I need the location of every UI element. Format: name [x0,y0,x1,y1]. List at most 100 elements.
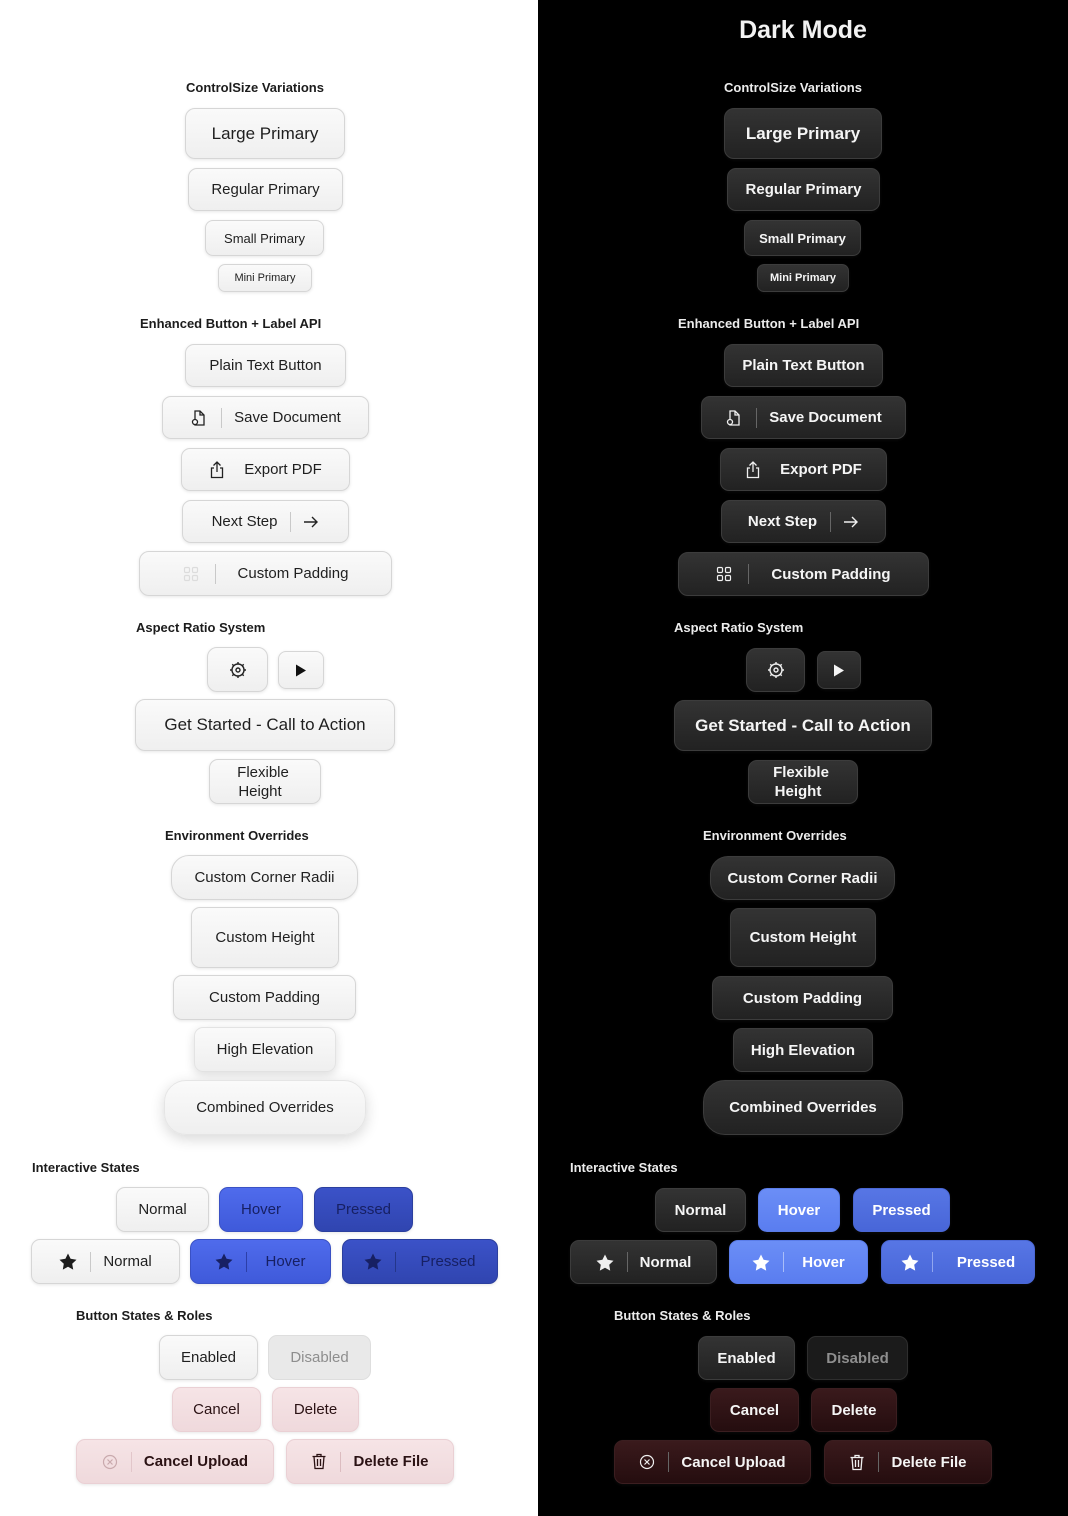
play-icon [295,664,307,677]
hover-state-icon-button[interactable]: Hover [190,1239,331,1284]
xmark-circle-icon [102,1454,118,1470]
save-document-button[interactable]: Save Document [701,396,906,439]
pressed-state-icon-button[interactable]: Pressed [881,1240,1035,1284]
normal-state-icon-button[interactable]: Normal [31,1239,180,1284]
save-document-button[interactable]: Save Document [162,396,369,439]
hover-state-icon-button[interactable]: Hover [729,1240,868,1284]
get-started-button[interactable]: Get Started - Call to Action [674,700,932,751]
button-label: Pressed [420,1253,476,1270]
button-label: Regular Primary [211,181,320,198]
regular-primary-button[interactable]: Regular Primary [188,168,343,211]
high-elevation-button[interactable]: High Elevation [194,1027,336,1072]
custom-padding-button[interactable]: Custom Padding [678,552,929,596]
large-primary-button[interactable]: Large Primary [724,108,882,159]
custom-padding-override-button[interactable]: Custom Padding [712,976,893,1020]
small-primary-button[interactable]: Small Primary [205,220,324,256]
enabled-button[interactable]: Enabled [159,1335,258,1380]
gear-button[interactable] [207,647,268,692]
separator [395,1251,397,1272]
next-step-button[interactable]: Next Step [721,500,886,543]
mini-primary-button[interactable]: Mini Primary [218,264,312,292]
get-started-button[interactable]: Get Started - Call to Action [135,699,395,751]
custom-corner-radii-button[interactable]: Custom Corner Radii [171,855,358,900]
cancel-upload-button[interactable]: Cancel Upload [76,1439,274,1484]
export-pdf-button[interactable]: Export PDF [720,448,887,491]
button-label-line1: Flexible [237,763,289,781]
mini-primary-button[interactable]: Mini Primary [757,264,849,292]
separator [668,1452,670,1472]
export-pdf-button[interactable]: Export PDF [181,448,350,491]
delete-file-button[interactable]: Delete File [824,1440,992,1484]
button-label: Custom Height [749,929,857,946]
button-label: Normal [138,1201,187,1218]
flexible-height-button[interactable]: Flexible Height [748,760,858,804]
separator [130,1451,132,1472]
custom-height-button[interactable]: Custom Height [730,908,876,967]
combined-overrides-button[interactable]: Combined Overrides [164,1080,366,1135]
button-label: Export PDF [780,461,862,478]
button-label: Custom Height [215,929,315,946]
section-title-control-size: ControlSize Variations [186,80,324,95]
hover-state-button[interactable]: Hover [219,1187,303,1232]
play-button[interactable] [817,651,861,689]
button-label: High Elevation [216,1041,314,1058]
plain-text-button[interactable]: Plain Text Button [185,344,346,387]
play-button[interactable] [278,651,324,689]
disabled-button[interactable]: Disabled [807,1336,908,1380]
combined-overrides-button[interactable]: Combined Overrides [703,1080,903,1135]
button-label-line1: Flexible [773,764,829,781]
cancel-button[interactable]: Cancel [172,1387,261,1432]
separator [221,407,223,428]
small-primary-button[interactable]: Small Primary [744,220,861,256]
custom-height-button[interactable]: Custom Height [191,907,339,968]
dark-mode-title: Dark Mode [739,16,867,44]
pressed-state-button[interactable]: Pressed [314,1187,413,1232]
hover-state-button[interactable]: Hover [758,1188,840,1232]
section-title-control-size: ControlSize Variations [724,80,862,95]
normal-state-button[interactable]: Normal [116,1187,209,1232]
high-elevation-button[interactable]: High Elevation [733,1028,873,1072]
delete-file-button[interactable]: Delete File [286,1439,454,1484]
button-label: Normal [674,1201,727,1219]
button-label: Cancel Upload [681,1453,786,1471]
button-label: Get Started - Call to Action [695,715,911,735]
button-label: Combined Overrides [196,1099,334,1116]
normal-state-button[interactable]: Normal [655,1188,746,1232]
button-label: Disabled [290,1349,349,1366]
gear-icon [229,661,247,679]
button-label: Hover [265,1253,306,1270]
pressed-state-button[interactable]: Pressed [853,1188,950,1232]
separator [626,1252,628,1272]
delete-button[interactable]: Delete [811,1388,897,1432]
custom-corner-radii-button[interactable]: Custom Corner Radii [710,856,895,900]
plain-text-button[interactable]: Plain Text Button [724,344,883,387]
gear-button[interactable] [746,648,805,692]
separator [756,407,758,428]
large-primary-button[interactable]: Large Primary [185,108,345,159]
button-label: Next Step [747,513,818,530]
button-label: Small Primary [224,230,305,246]
cancel-upload-button[interactable]: Cancel Upload [614,1440,811,1484]
star-icon [901,1254,919,1271]
button-label: Combined Overrides [729,1099,877,1116]
normal-state-icon-button[interactable]: Normal [570,1240,717,1284]
enabled-button[interactable]: Enabled [698,1336,795,1380]
section-title-roles: Button States & Roles [614,1308,751,1323]
regular-primary-button[interactable]: Regular Primary [727,168,880,211]
custom-padding-override-button[interactable]: Custom Padding [173,975,356,1020]
pressed-state-icon-button[interactable]: Pressed [342,1239,498,1284]
section-title-environment: Environment Overrides [165,828,309,843]
separator [783,1252,785,1272]
button-label: Save Document [769,409,882,426]
disabled-button[interactable]: Disabled [268,1335,371,1380]
next-step-button[interactable]: Next Step [182,500,349,543]
star-icon [364,1253,382,1270]
custom-padding-button[interactable]: Custom Padding [139,551,392,596]
button-label: Enabled [717,1349,776,1367]
flexible-height-button[interactable]: Flexible Height [209,759,321,804]
separator [290,511,292,532]
delete-button[interactable]: Delete [272,1387,359,1432]
section-title-aspect: Aspect Ratio System [136,620,266,635]
cancel-button[interactable]: Cancel [710,1388,799,1432]
star-icon [596,1254,614,1271]
